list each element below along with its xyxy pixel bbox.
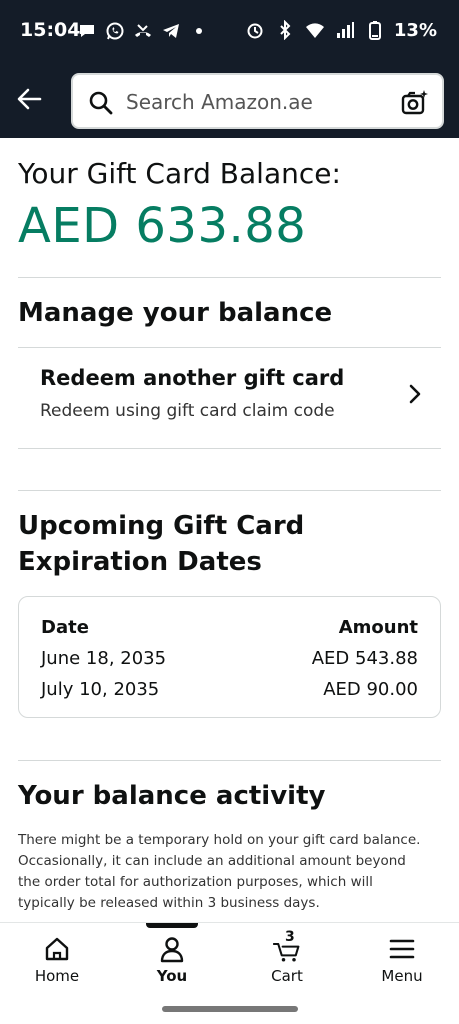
amount-column-header: Amount xyxy=(338,617,418,638)
expiration-amount: AED 543.88 xyxy=(311,648,418,669)
camera-search-icon[interactable] xyxy=(400,88,430,118)
search-placeholder: Search Amazon.ae xyxy=(126,90,313,114)
manage-balance-title: Manage your balance xyxy=(18,298,333,328)
missed-call-icon xyxy=(132,20,154,42)
divider xyxy=(18,277,441,278)
search-icon xyxy=(89,91,113,115)
hold-notice-text: There might be a temporary hold on your … xyxy=(18,832,421,911)
balance-activity-title: Your balance activity xyxy=(18,781,326,811)
redeem-gift-card-row[interactable]: Redeem another gift card Redeem using gi… xyxy=(18,348,441,448)
alarm-icon xyxy=(244,19,266,41)
nav-home-label: Home xyxy=(34,967,80,985)
divider xyxy=(18,448,441,449)
menu-icon xyxy=(389,939,415,959)
redeem-title: Redeem another gift card xyxy=(40,366,345,390)
bluetooth-icon xyxy=(274,19,296,41)
expiration-title: Upcoming Gift Card Expiration Dates xyxy=(18,511,305,577)
divider xyxy=(18,490,441,491)
cart-icon xyxy=(273,942,300,962)
search-input[interactable]: Search Amazon.ae xyxy=(71,73,444,129)
wifi-icon xyxy=(304,19,326,41)
back-button[interactable] xyxy=(14,84,44,114)
dot-icon xyxy=(188,20,210,42)
notification-icons xyxy=(76,20,210,42)
whatsapp-icon xyxy=(104,20,126,42)
home-icon xyxy=(45,937,69,961)
expiration-date: July 10, 2035 xyxy=(41,679,160,700)
system-status: 13% xyxy=(244,19,437,41)
signal-icon xyxy=(334,19,356,41)
gift-card-balance-title: Your Gift Card Balance: xyxy=(18,157,341,190)
redeem-subtitle: Redeem using gift card claim code xyxy=(40,401,335,421)
table-header: Date Amount xyxy=(41,617,418,638)
nav-you-label: You xyxy=(156,967,188,985)
battery-percent: 13% xyxy=(393,19,437,41)
battery-icon xyxy=(364,19,386,41)
nav-menu-label: Menu xyxy=(381,967,423,985)
nav-home[interactable]: Home xyxy=(0,923,114,995)
chat-bubble-icon xyxy=(76,20,98,42)
expiration-date: June 18, 2035 xyxy=(41,648,167,669)
gesture-area xyxy=(0,994,459,1024)
chevron-right-icon xyxy=(409,384,421,404)
divider xyxy=(18,760,441,761)
app-header: Search Amazon.ae xyxy=(0,62,459,138)
bottom-nav: Home You 3 Cart Menu xyxy=(0,922,459,994)
table-row: June 18, 2035 AED 543.88 xyxy=(41,648,418,669)
status-time: 15:04 xyxy=(20,19,81,41)
gift-card-balance-amount: AED 633.88 xyxy=(18,198,307,254)
telegram-icon xyxy=(160,20,182,42)
expiration-amount: AED 90.00 xyxy=(323,679,418,700)
person-icon xyxy=(160,937,184,963)
nav-menu[interactable]: Menu xyxy=(345,923,459,995)
nav-cart[interactable]: 3 Cart xyxy=(230,923,344,995)
nav-you[interactable]: You xyxy=(115,923,229,995)
status-bar: 15:04 13% xyxy=(0,0,459,62)
expiration-table: Date Amount June 18, 2035 AED 543.88 Jul… xyxy=(18,596,441,718)
back-arrow-icon xyxy=(17,88,42,110)
table-row: July 10, 2035 AED 90.00 xyxy=(41,679,418,700)
nav-cart-label: Cart xyxy=(271,967,303,985)
home-indicator[interactable] xyxy=(162,1006,298,1012)
date-column-header: Date xyxy=(41,617,89,638)
